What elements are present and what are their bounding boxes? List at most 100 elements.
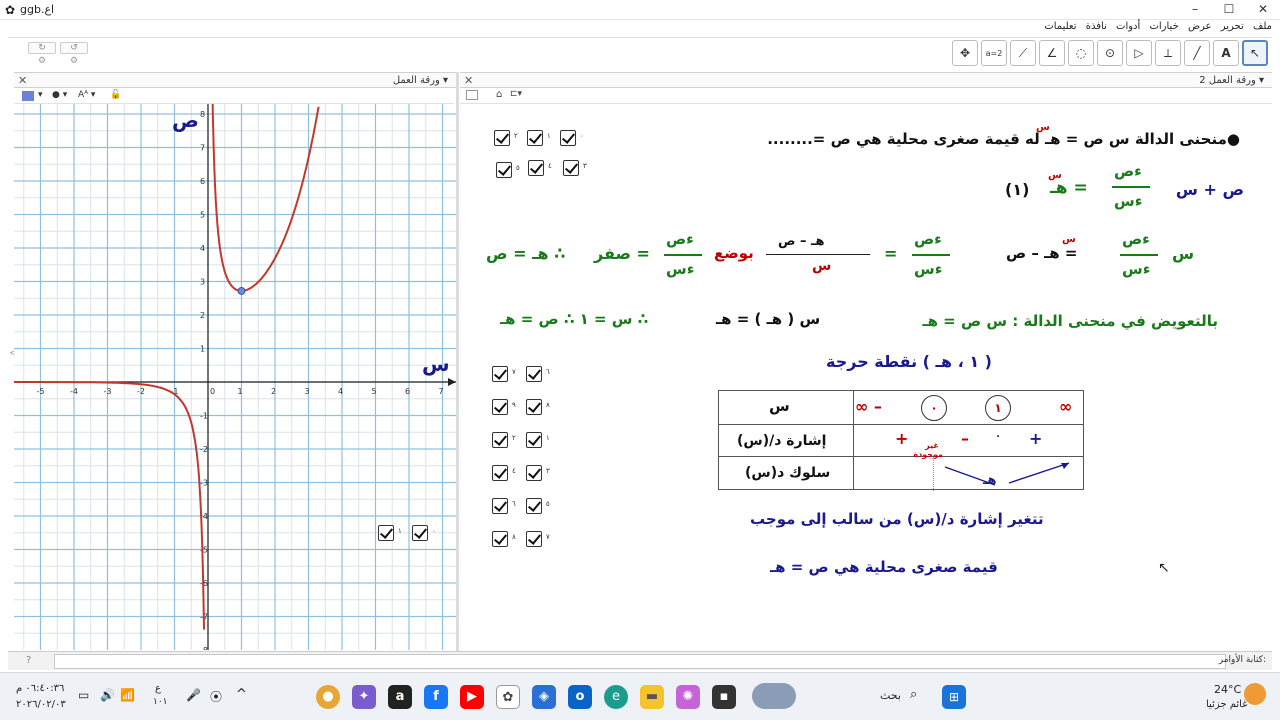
checkbox-٩[interactable] xyxy=(492,399,508,415)
substitution-result: ∴ س = ١ ∴ ص = هـ xyxy=(500,310,649,328)
search-icon[interactable]: ⌕ xyxy=(910,687,917,702)
move-graphics-tool-icon[interactable]: ✥ xyxy=(952,40,978,66)
checkbox-٣[interactable] xyxy=(526,465,542,481)
x-tick-label: -5 xyxy=(37,387,45,396)
checkbox-3[interactable] xyxy=(563,160,579,176)
close-panel-icon-2[interactable]: ✕ xyxy=(464,74,473,87)
checkbox-٧[interactable] xyxy=(492,366,508,382)
point-style-icon[interactable]: ● ▾ xyxy=(52,90,67,100)
line-tool-icon[interactable]: ╱ xyxy=(1184,40,1210,66)
graphics-style-bar: ▾ ● ▾ Aᴬ ▾ 🔓 xyxy=(14,88,454,104)
circle-center-tool-icon[interactable]: ⊙ xyxy=(1097,40,1123,66)
left-panel-title[interactable]: ورقة العمل ▾ xyxy=(393,75,448,86)
weather-temp[interactable]: 24°C xyxy=(1214,683,1241,696)
menu-options[interactable]: خيارات xyxy=(1149,21,1178,32)
maximize-button[interactable]: ☐ xyxy=(1212,1,1246,19)
checkbox-١[interactable] xyxy=(526,432,542,448)
slider-tool-icon[interactable]: a=2 xyxy=(981,40,1007,66)
checkbox-٦[interactable] xyxy=(526,366,542,382)
chrome-icon[interactable]: ● xyxy=(316,685,340,709)
facebook-icon[interactable]: f xyxy=(424,685,448,709)
lock-icon[interactable]: 🔓 xyxy=(110,90,121,100)
search-highlight-image[interactable] xyxy=(752,683,796,709)
graph-canvas[interactable]: -5 -4 -3 -2 -1 0 1 2 3 4 5 6 787654321-1-2-3-4-5-6-7… xyxy=(14,104,456,650)
microphone-icon[interactable]: 🎤 xyxy=(186,688,201,702)
clock-time[interactable]: ٠٦:٤٠:٣٦ م xyxy=(16,683,64,694)
polygon-tool-icon[interactable]: ▷ xyxy=(1126,40,1152,66)
color-swatch-icon[interactable] xyxy=(22,91,34,101)
edge-icon[interactable]: e xyxy=(604,685,628,709)
photos-icon[interactable]: ✺ xyxy=(676,685,700,709)
menu-window[interactable]: نافذة xyxy=(1086,21,1107,32)
redo-button[interactable]: ↻ xyxy=(28,42,56,54)
amazon-icon[interactable]: a xyxy=(388,685,412,709)
checkbox-٨[interactable] xyxy=(526,399,542,415)
point-tool-icon[interactable]: A xyxy=(1213,40,1239,66)
file-explorer-icon[interactable]: ▬ xyxy=(640,685,664,709)
search-label[interactable]: بحث xyxy=(880,689,901,702)
checkbox-٦[interactable] xyxy=(492,498,508,514)
checkbox-٤[interactable] xyxy=(492,465,508,481)
checkbox-٢[interactable] xyxy=(492,432,508,448)
checkbox-0[interactable] xyxy=(560,130,576,146)
table-one: ١ xyxy=(985,395,1011,421)
app-icon[interactable]: ▪ xyxy=(712,685,736,709)
copilot-icon[interactable]: ⦿ xyxy=(210,688,222,705)
minimize-button[interactable]: – xyxy=(1178,1,1212,19)
weather-text[interactable]: غائم جزئيا xyxy=(1206,699,1247,710)
m365-icon[interactable]: ◈ xyxy=(532,685,556,709)
copilot-app-icon[interactable]: ✦ xyxy=(352,685,376,709)
outlook-icon[interactable]: o xyxy=(568,685,592,709)
circle-tool-icon[interactable]: ◌ xyxy=(1068,40,1094,66)
text-size-icon[interactable]: Aᴬ ▾ xyxy=(78,90,95,100)
windows-start-icon[interactable]: ⊞ xyxy=(942,685,966,709)
undo-button[interactable]: ↺ xyxy=(60,42,88,54)
home-icon[interactable]: ⌂ xyxy=(496,89,502,100)
table-behaviour-label: سلوك د(س) xyxy=(745,465,831,481)
help-icon[interactable]: ? xyxy=(26,655,31,666)
view-dropdown-icon[interactable]: ⊏▾ xyxy=(510,89,522,99)
wifi-icon[interactable]: 📶 xyxy=(120,688,135,702)
menu-edit[interactable]: تحرير xyxy=(1221,21,1244,32)
settings-gear-icon[interactable]: ⚙ xyxy=(38,56,46,66)
checkbox-5[interactable] xyxy=(496,162,512,178)
right-panel-title[interactable]: ورقة العمل 2 ▾ xyxy=(1199,75,1264,86)
reflect-tool-icon[interactable]: ⟋ xyxy=(1010,40,1036,66)
youtube-icon[interactable]: ▶ xyxy=(460,685,484,709)
menu-view[interactable]: عرض xyxy=(1188,21,1212,32)
menu-help[interactable]: تعليمات xyxy=(1044,21,1076,32)
x-tick-label: -3 xyxy=(104,387,112,396)
menu-tools[interactable]: أدوات xyxy=(1116,21,1140,32)
panel-divider[interactable] xyxy=(456,72,459,652)
graphics-view-2[interactable]: ٢ ١ ٠ ٥ ٤ ٣ ●منحنى الدالة س ص = هـ له قي… xyxy=(460,104,1272,650)
battery-icon[interactable]: ▭ xyxy=(78,688,89,702)
perpendicular-line-tool-icon[interactable]: ⟂ xyxy=(1155,40,1181,66)
mouse-cursor-icon: ↖ xyxy=(1158,560,1170,576)
volume-icon[interactable]: 🔊 xyxy=(100,688,115,702)
clock-date[interactable]: ٢٠٢٦/٠٢/٠٣ xyxy=(16,699,66,710)
checkbox-٥[interactable] xyxy=(526,498,542,514)
checkbox-graph-0[interactable] xyxy=(412,525,428,541)
checkbox-1[interactable] xyxy=(527,130,543,146)
weather-icon[interactable] xyxy=(1244,683,1266,705)
checkbox-٧[interactable] xyxy=(526,531,542,547)
angle-tool-icon[interactable]: ∠ xyxy=(1039,40,1065,66)
move-tool-icon[interactable]: ↖ xyxy=(1242,40,1268,66)
critical-point: ( ١ ، هـ ) نقطة حرجة xyxy=(826,352,992,371)
chevron-down-icon[interactable]: ▾ xyxy=(38,90,43,100)
chevron-up-icon[interactable]: ^ xyxy=(236,687,247,702)
checkbox-4[interactable] xyxy=(528,160,544,176)
table-minus: – xyxy=(961,429,969,448)
language-indicator[interactable]: ع xyxy=(155,683,161,694)
checkbox-graph-1[interactable] xyxy=(378,525,394,541)
command-input[interactable] xyxy=(54,654,1226,669)
settings-gear-icon-2[interactable]: ⚙ xyxy=(70,56,78,66)
geogebra-icon[interactable]: ✿ xyxy=(496,685,520,709)
checkbox-٨[interactable] xyxy=(492,531,508,547)
graphics-view[interactable]: -5 -4 -3 -2 -1 0 1 2 3 4 5 6 7 8 7 6 5 4 3 2 1 -1 -2 -3 -4 -5 -6 -7… xyxy=(14,104,456,650)
close-panel-icon[interactable]: ✕ xyxy=(18,74,27,87)
toggle-stylebar-icon[interactable] xyxy=(466,90,478,100)
close-button[interactable]: ✕ xyxy=(1246,1,1280,19)
checkbox-2[interactable] xyxy=(494,130,510,146)
menu-file[interactable]: ملف xyxy=(1253,21,1272,32)
